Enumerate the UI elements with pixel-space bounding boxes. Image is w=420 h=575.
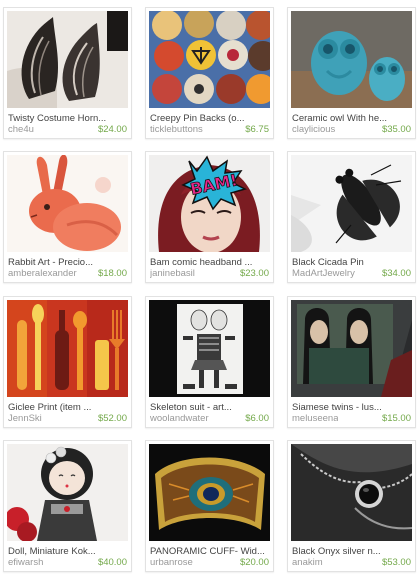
product-price: $20.00 [239, 557, 269, 568]
product-meta: meluseena $15.00 [291, 413, 412, 424]
product-thumbnail-owls[interactable] [291, 11, 412, 108]
product-title[interactable]: Bam comic headband ... [149, 257, 270, 268]
product-thumbnail-horns[interactable] [7, 11, 128, 108]
product-thumbnail-peacock-cuff[interactable] [149, 444, 270, 541]
product-price: $15.00 [381, 413, 411, 424]
product-thumbnail-pins[interactable] [149, 11, 270, 108]
product-thumbnail-kokeshi-doll[interactable] [7, 444, 128, 541]
product-meta: ticklebuttons $6.75 [149, 124, 270, 135]
product-card[interactable]: Siamese twins - lus... meluseena $15.00 [287, 296, 416, 428]
product-price: $40.00 [97, 557, 127, 568]
product-meta: JennSki $52.00 [7, 413, 128, 424]
shop-name[interactable]: meluseena [292, 413, 338, 424]
shop-name[interactable]: amberalexander [8, 268, 77, 279]
product-thumbnail-headband[interactable]: BAM! [149, 155, 270, 252]
product-card[interactable]: Ceramic owl With he... claylicious $35.0… [287, 7, 416, 139]
product-title[interactable]: Siamese twins - lus... [291, 402, 412, 413]
product-thumbnail-cicada[interactable] [291, 155, 412, 252]
shop-name[interactable]: woolandwater [150, 413, 209, 424]
product-card[interactable]: BAM! Bam comic headband ... janinebasil … [145, 151, 274, 283]
shop-name[interactable]: JennSki [8, 413, 42, 424]
product-price: $34.00 [381, 268, 411, 279]
shop-name[interactable]: che4u [8, 124, 34, 135]
product-price: $6.00 [245, 413, 269, 424]
product-meta: efiwarsh $40.00 [7, 557, 128, 568]
shop-name[interactable]: MadArtJewelry [292, 268, 355, 279]
product-meta: claylicious $35.00 [291, 124, 412, 135]
product-title[interactable]: Rabbit Art - Precio... [7, 257, 128, 268]
product-card[interactable]: Creepy Pin Backs (o... ticklebuttons $6.… [145, 7, 274, 139]
product-card[interactable]: Giclee Print (item ... JennSki $52.00 [3, 296, 132, 428]
shop-name[interactable]: claylicious [292, 124, 335, 135]
product-meta: amberalexander $18.00 [7, 268, 128, 279]
shop-name[interactable]: ticklebuttons [150, 124, 203, 135]
product-thumbnail-skeleton-doll[interactable] [149, 300, 270, 397]
shop-name[interactable]: efiwarsh [8, 557, 43, 568]
product-title[interactable]: Giclee Print (item ... [7, 402, 128, 413]
product-card[interactable]: Twisty Costume Horn... che4u $24.00 [3, 7, 132, 139]
product-price: $52.00 [97, 413, 127, 424]
product-thumbnail-rabbit[interactable] [7, 155, 128, 252]
product-title[interactable]: Ceramic owl With he... [291, 113, 412, 124]
shop-name[interactable]: urbanrose [150, 557, 193, 568]
product-meta: anakim $53.00 [291, 557, 412, 568]
product-title[interactable]: Doll, Miniature Kok... [7, 546, 128, 557]
product-title[interactable]: Skeleton suit - art... [149, 402, 270, 413]
product-thumbnail-onyx-necklace[interactable] [291, 444, 412, 541]
product-meta: MadArtJewelry $34.00 [291, 268, 412, 279]
product-title[interactable]: Creepy Pin Backs (o... [149, 113, 270, 124]
product-title[interactable]: Twisty Costume Horn... [7, 113, 128, 124]
product-price: $6.75 [245, 124, 269, 135]
product-card[interactable]: Black Cicada Pin MadArtJewelry $34.00 [287, 151, 416, 283]
product-price: $35.00 [381, 124, 411, 135]
product-thumbnail-kitchen-print[interactable] [7, 300, 128, 397]
product-meta: janinebasil $23.00 [149, 268, 270, 279]
product-card[interactable]: Black Onyx silver n... anakim $53.00 [287, 440, 416, 572]
product-meta: che4u $24.00 [7, 124, 128, 135]
product-price: $23.00 [239, 268, 269, 279]
product-card[interactable]: Rabbit Art - Precio... amberalexander $1… [3, 151, 132, 283]
product-meta: urbanrose $20.00 [149, 557, 270, 568]
shop-name[interactable]: janinebasil [150, 268, 195, 279]
product-card[interactable]: Doll, Miniature Kok... efiwarsh $40.00 [3, 440, 132, 572]
product-title[interactable]: PANORAMIC CUFF- Wid... [149, 546, 270, 557]
product-grid: Twisty Costume Horn... che4u $24.00 Cree… [0, 0, 420, 575]
shop-name[interactable]: anakim [292, 557, 323, 568]
product-card[interactable]: Skeleton suit - art... woolandwater $6.0… [145, 296, 274, 428]
product-card[interactable]: PANORAMIC CUFF- Wid... urbanrose $20.00 [145, 440, 274, 572]
product-title[interactable]: Black Cicada Pin [291, 257, 412, 268]
product-thumbnail-siamese-twins[interactable] [291, 300, 412, 397]
product-price: $18.00 [97, 268, 127, 279]
product-title[interactable]: Black Onyx silver n... [291, 546, 412, 557]
product-price: $24.00 [97, 124, 127, 135]
product-meta: woolandwater $6.00 [149, 413, 270, 424]
product-price: $53.00 [381, 557, 411, 568]
